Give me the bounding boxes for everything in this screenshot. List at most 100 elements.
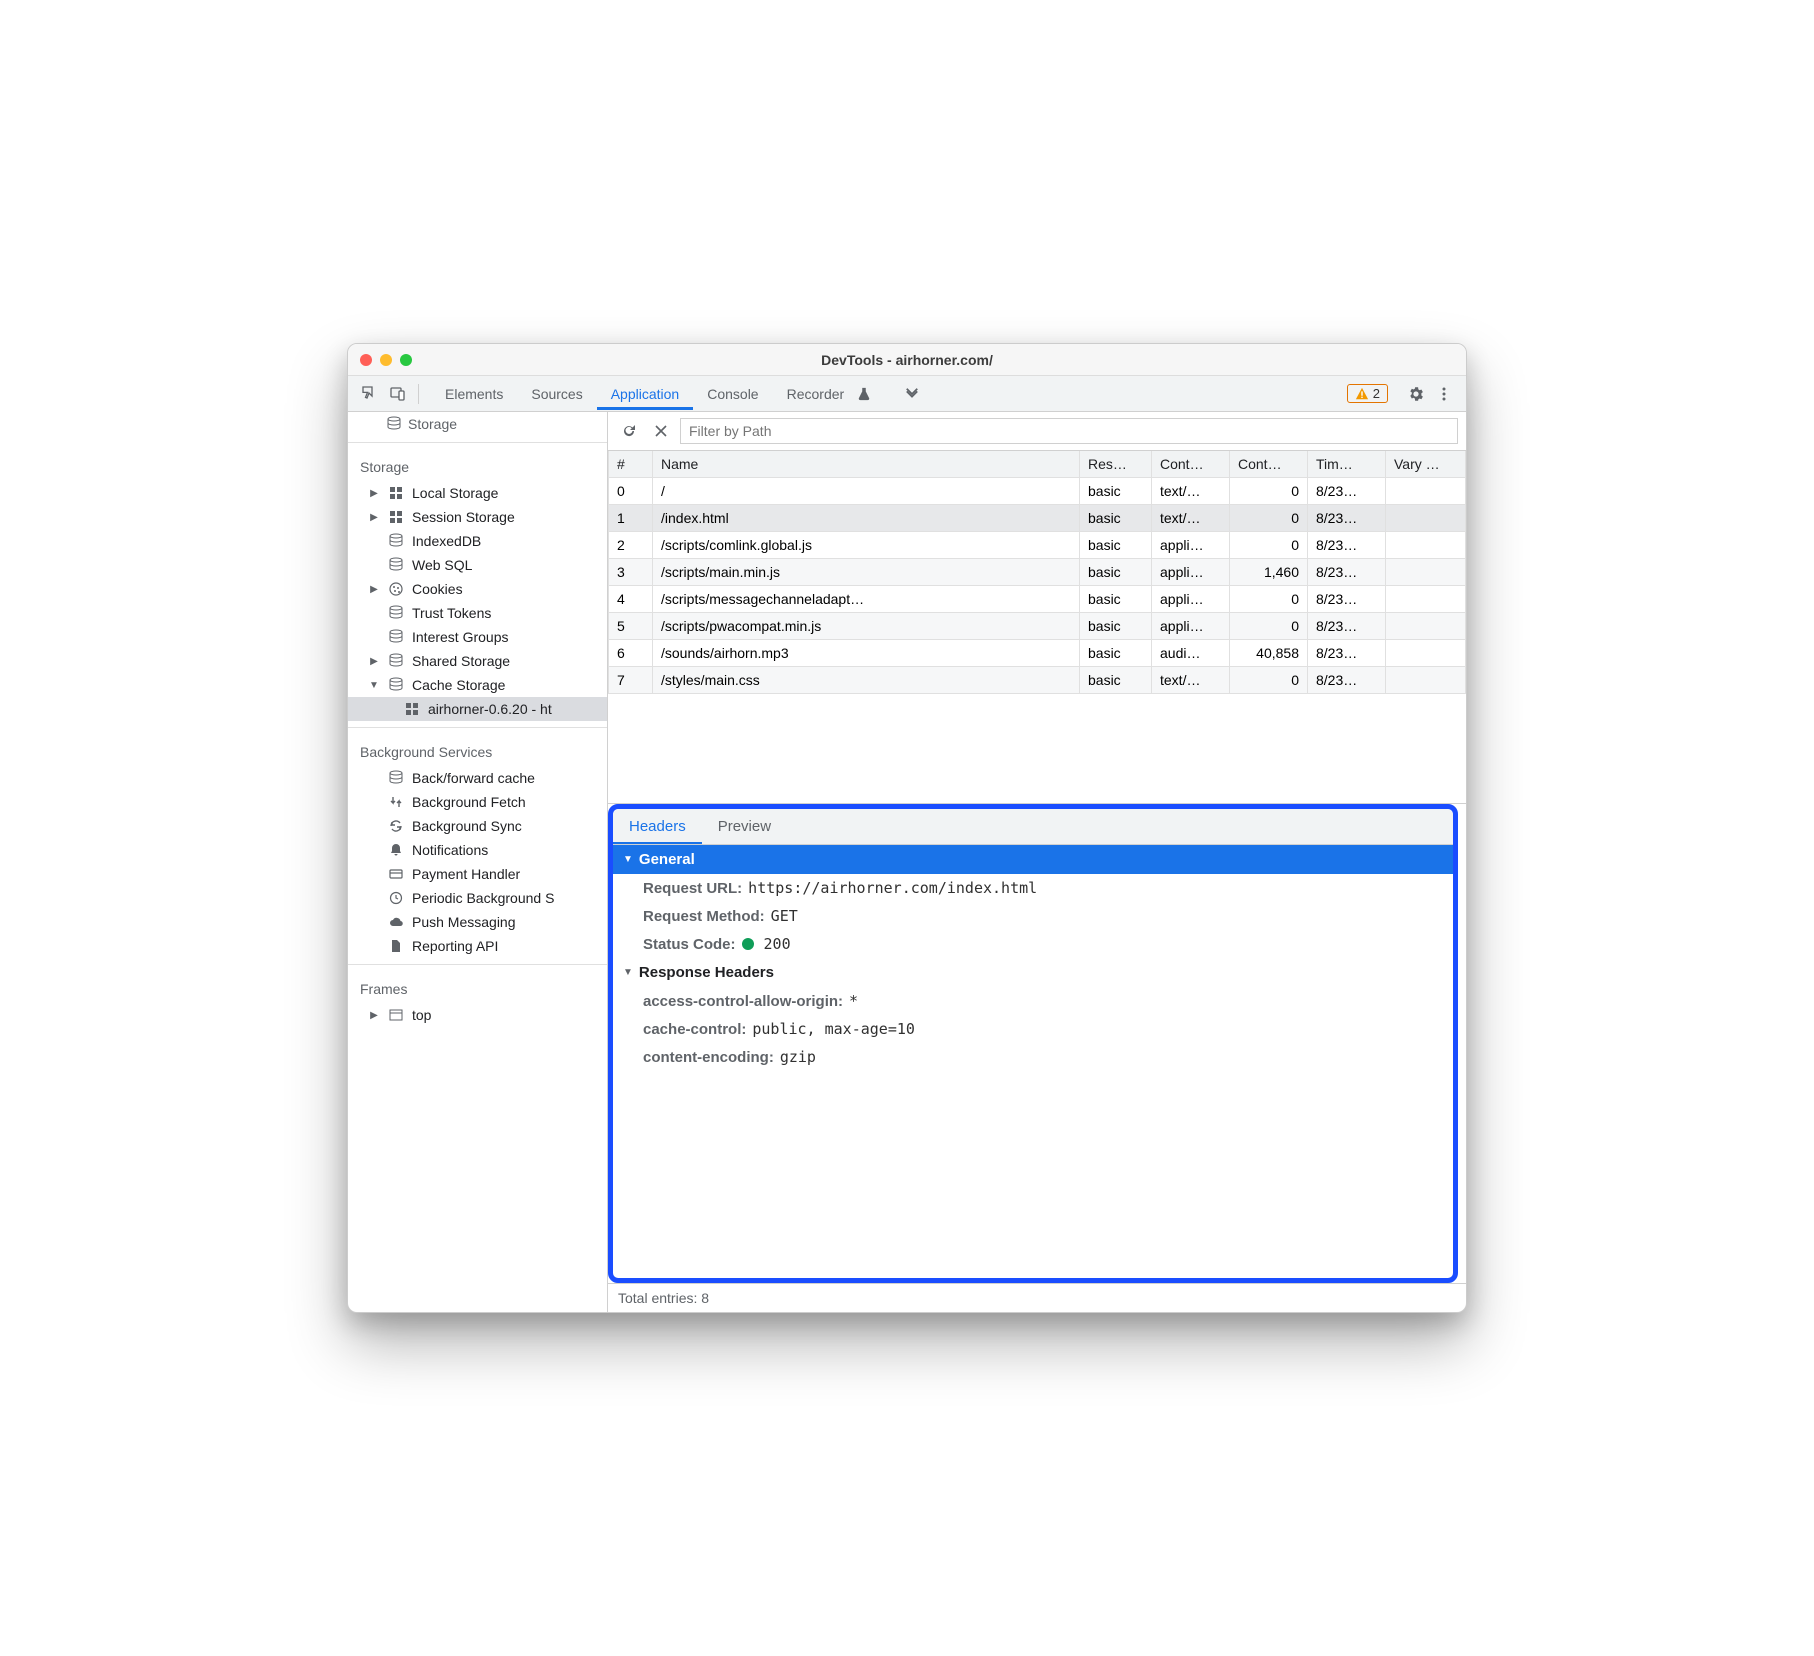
sidebar-item-background-sync[interactable]: Background Sync — [348, 814, 607, 838]
sidebar-item-trust-tokens[interactable]: Trust Tokens — [348, 601, 607, 625]
sidebar-item-label: Shared Storage — [412, 653, 510, 669]
sidebar-item-cookies[interactable]: ▶Cookies — [348, 577, 607, 601]
table-row[interactable]: 5/scripts/pwacompat.min.jsbasicappli…08/… — [609, 613, 1466, 640]
sidebar-item-periodic-background-s[interactable]: Periodic Background S — [348, 886, 607, 910]
cell: /styles/main.css — [653, 667, 1080, 694]
filter-input[interactable] — [680, 418, 1458, 444]
header-row: content-encoding:gzip — [613, 1043, 1453, 1071]
header-key: Request Method: — [643, 908, 765, 925]
recorder-flask-icon[interactable] — [850, 380, 878, 408]
header-value: 200 — [764, 935, 791, 953]
sidebar-item-reporting-api[interactable]: Reporting API — [348, 934, 607, 958]
cell: basic — [1080, 559, 1152, 586]
sidebar-item-interest-groups[interactable]: Interest Groups — [348, 625, 607, 649]
column-header[interactable]: # — [609, 451, 653, 478]
grid-icon — [388, 509, 404, 525]
sidebar-item-indexeddb[interactable]: IndexedDB — [348, 529, 607, 553]
table-row[interactable]: 0/basictext/…08/23… — [609, 478, 1466, 505]
sidebar-item-payment-handler[interactable]: Payment Handler — [348, 862, 607, 886]
sidebar-item-cache-storage[interactable]: ▼Cache Storage — [348, 673, 607, 697]
panel-tab-sources[interactable]: Sources — [517, 378, 596, 410]
section-title: General — [639, 851, 695, 868]
disclosure-triangle-icon[interactable]: ▶ — [368, 656, 380, 667]
cell: 8/23… — [1308, 613, 1386, 640]
panel-tab-console[interactable]: Console — [693, 378, 772, 410]
column-header[interactable]: Cont… — [1230, 451, 1308, 478]
sidebar-item-local-storage[interactable]: ▶Local Storage — [348, 481, 607, 505]
application-sidebar: Storage Storage ▶Local Storage▶Session S… — [348, 412, 608, 1312]
content-area: #NameRes…Cont…Cont…Tim…Vary … 0/basictex… — [608, 412, 1466, 1312]
cell: basic — [1080, 505, 1152, 532]
panel-tab-recorder[interactable]: Recorder — [773, 378, 859, 410]
file-icon — [388, 938, 404, 954]
header-row: Request Method: GET — [613, 902, 1453, 930]
column-header[interactable]: Cont… — [1152, 451, 1230, 478]
window-icon — [388, 1007, 404, 1023]
sidebar-item-label: Payment Handler — [412, 866, 520, 882]
table-row[interactable]: 6/sounds/airhorn.mp3basicaudi…40,8588/23… — [609, 640, 1466, 667]
header-key: Request URL: — [643, 880, 742, 897]
table-row[interactable]: 3/scripts/main.min.jsbasicappli…1,4608/2… — [609, 559, 1466, 586]
sidebar-item-storage-peek[interactable]: Storage — [348, 412, 607, 436]
cell: text/… — [1152, 505, 1230, 532]
cell: appli… — [1152, 559, 1230, 586]
table-row[interactable]: 4/scripts/messagechanneladapt…basicappli… — [609, 586, 1466, 613]
sidebar-item-background-fetch[interactable]: Background Fetch — [348, 790, 607, 814]
panel-tab-elements[interactable]: Elements — [431, 378, 517, 410]
card-icon — [388, 866, 404, 882]
separator — [418, 384, 419, 404]
cell: text/… — [1152, 478, 1230, 505]
section-general[interactable]: ▼ General — [613, 845, 1453, 874]
table-row[interactable]: 1/index.htmlbasictext/…08/23… — [609, 505, 1466, 532]
sidebar-item-web-sql[interactable]: Web SQL — [348, 553, 607, 577]
disclosure-triangle-icon[interactable]: ▼ — [368, 680, 380, 691]
cell: basic — [1080, 478, 1152, 505]
cell: 40,858 — [1230, 640, 1308, 667]
column-header[interactable]: Vary … — [1386, 451, 1466, 478]
sidebar-item-session-storage[interactable]: ▶Session Storage — [348, 505, 607, 529]
sidebar-item-notifications[interactable]: Notifications — [348, 838, 607, 862]
cell: /sounds/airhorn.mp3 — [653, 640, 1080, 667]
sidebar-item-label: Web SQL — [412, 557, 472, 573]
header-key: Status Code: — [643, 936, 736, 953]
column-header[interactable]: Tim… — [1308, 451, 1386, 478]
cell: 1,460 — [1230, 559, 1308, 586]
cell: 8/23… — [1308, 505, 1386, 532]
sidebar-section-storage: Storage — [348, 449, 607, 481]
clear-button[interactable] — [648, 418, 674, 444]
db-icon — [388, 533, 404, 549]
device-toolbar-icon[interactable] — [384, 380, 412, 408]
cell: 8/23… — [1308, 532, 1386, 559]
detail-tab-headers[interactable]: Headers — [613, 809, 702, 844]
more-tabs-icon[interactable] — [898, 380, 926, 408]
disclosure-triangle-icon[interactable]: ▶ — [368, 488, 380, 499]
detail-tab-preview[interactable]: Preview — [702, 809, 787, 844]
sidebar-item-shared-storage[interactable]: ▶ Shared Storage — [348, 649, 607, 673]
column-header[interactable]: Res… — [1080, 451, 1152, 478]
refresh-button[interactable] — [616, 418, 642, 444]
disclosure-triangle-icon[interactable]: ▶ — [368, 1010, 380, 1021]
column-header[interactable]: Name — [653, 451, 1080, 478]
panel-tab-application[interactable]: Application — [597, 378, 694, 410]
warnings-badge[interactable]: 2 — [1347, 384, 1388, 403]
cache-entry-label: airhorner-0.6.20 - ht — [428, 701, 552, 717]
cell: 7 — [609, 667, 653, 694]
inspect-element-icon[interactable] — [356, 380, 384, 408]
disclosure-triangle-icon[interactable]: ▶ — [368, 512, 380, 523]
table-row[interactable]: 2/scripts/comlink.global.jsbasicappli…08… — [609, 532, 1466, 559]
header-row: Request URL: https://airhorner.com/index.… — [613, 874, 1453, 902]
table-row[interactable]: 7/styles/main.cssbasictext/…08/23… — [609, 667, 1466, 694]
disclosure-triangle-icon[interactable]: ▶ — [368, 584, 380, 595]
kebab-menu-icon[interactable] — [1430, 380, 1458, 408]
header-key: access-control-allow-origin: — [643, 993, 843, 1010]
sidebar-item-frame-top[interactable]: ▶ top — [348, 1003, 607, 1027]
sidebar-item-label: Background Sync — [412, 818, 522, 834]
section-response-headers[interactable]: ▼ Response Headers — [613, 958, 1453, 987]
header-value: https://airhorner.com/index.html — [748, 879, 1037, 897]
settings-gear-icon[interactable] — [1402, 380, 1430, 408]
table-empty-space — [608, 694, 1466, 804]
header-value: GET — [771, 907, 798, 925]
sidebar-item-push-messaging[interactable]: Push Messaging — [348, 910, 607, 934]
sidebar-item-back-forward-cache[interactable]: Back/forward cache — [348, 766, 607, 790]
cache-storage-entry[interactable]: airhorner-0.6.20 - ht — [348, 697, 607, 721]
